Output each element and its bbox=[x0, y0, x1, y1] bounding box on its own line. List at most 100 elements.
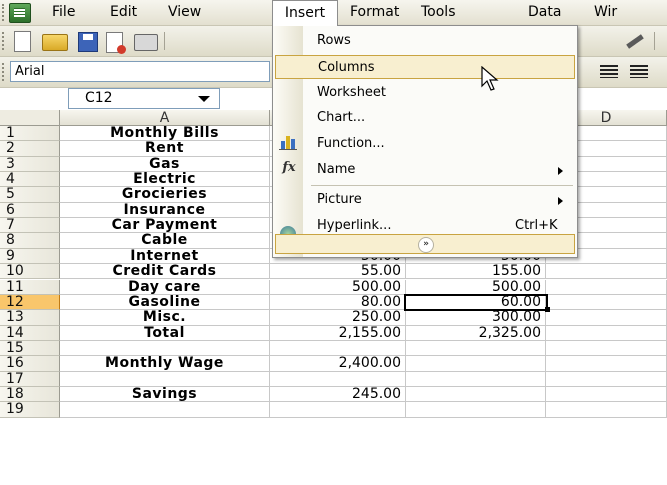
table-cell[interactable]: Gas bbox=[60, 156, 270, 173]
table-cell[interactable]: Car Payment bbox=[60, 218, 270, 234]
table-cell[interactable] bbox=[546, 386, 667, 403]
menubar-grip[interactable] bbox=[2, 4, 7, 21]
table-cell[interactable]: 500.00 bbox=[406, 279, 546, 295]
menu-item-chart[interactable]: Chart... bbox=[305, 106, 575, 130]
menu-item-worksheet[interactable]: Worksheet bbox=[305, 81, 575, 105]
table-cell[interactable] bbox=[270, 371, 406, 387]
table-cell[interactable] bbox=[60, 402, 270, 418]
table-cell[interactable]: Internet bbox=[60, 248, 270, 265]
column-header-a[interactable]: A bbox=[60, 110, 270, 126]
row-header[interactable]: 1 bbox=[0, 126, 60, 142]
toolbar-grip[interactable] bbox=[2, 32, 7, 50]
table-cell[interactable]: Savings bbox=[60, 386, 270, 403]
align-right-icon[interactable] bbox=[630, 65, 648, 78]
table-cell[interactable]: 155.00 bbox=[406, 264, 546, 280]
table-cell[interactable]: Total bbox=[60, 325, 270, 341]
menu-item-columns[interactable]: Columns bbox=[275, 55, 575, 79]
table-cell[interactable] bbox=[270, 340, 406, 357]
menu-file[interactable]: File bbox=[52, 0, 75, 25]
select-all-corner[interactable] bbox=[0, 110, 60, 126]
row-header[interactable]: 12 bbox=[0, 295, 60, 311]
print-icon[interactable] bbox=[134, 34, 158, 51]
row-header[interactable]: 13 bbox=[0, 310, 60, 326]
table-cell[interactable] bbox=[546, 325, 667, 341]
table-cell[interactable]: Day care bbox=[60, 279, 270, 295]
table-cell[interactable]: 2,155.00 bbox=[270, 325, 406, 341]
row-header[interactable]: 18 bbox=[0, 387, 60, 403]
menu-item-function[interactable]: Function... bbox=[305, 132, 575, 156]
align-center-icon[interactable] bbox=[600, 65, 618, 78]
menu-tools[interactable]: Tools bbox=[421, 0, 456, 25]
open-folder-icon[interactable] bbox=[42, 34, 68, 51]
table-cell[interactable]: 2,400.00 bbox=[270, 356, 406, 372]
row-header[interactable]: 17 bbox=[0, 371, 60, 387]
table-cell[interactable]: Gasoline bbox=[60, 294, 270, 311]
table-cell[interactable] bbox=[406, 356, 546, 372]
table-cell[interactable]: 500.00 bbox=[270, 279, 406, 295]
table-cell[interactable] bbox=[546, 279, 667, 295]
table-cell[interactable]: Grocieries bbox=[60, 187, 270, 203]
table-cell[interactable]: 80.00 bbox=[270, 294, 406, 311]
table-cell[interactable]: Credit Cards bbox=[60, 264, 270, 280]
row-header[interactable]: 2 bbox=[0, 141, 60, 157]
row-header[interactable]: 3 bbox=[0, 157, 60, 173]
menu-data[interactable]: Data bbox=[528, 0, 561, 25]
table-cell[interactable] bbox=[546, 356, 667, 372]
row-header[interactable]: 9 bbox=[0, 249, 60, 265]
row-header[interactable]: 15 bbox=[0, 341, 60, 357]
row-header[interactable]: 16 bbox=[0, 356, 60, 372]
excel-app-icon[interactable] bbox=[9, 3, 31, 23]
table-cell[interactable]: Electric bbox=[60, 172, 270, 188]
menu-item-rows[interactable]: Rows bbox=[305, 29, 575, 53]
table-cell[interactable]: Insurance bbox=[60, 202, 270, 219]
row-header[interactable]: 6 bbox=[0, 203, 60, 219]
table-cell[interactable] bbox=[406, 386, 546, 403]
table-cell[interactable]: Rent bbox=[60, 141, 270, 157]
row-header[interactable]: 11 bbox=[0, 279, 60, 295]
table-cell[interactable] bbox=[60, 340, 270, 357]
font-name-box[interactable]: Arial bbox=[10, 61, 270, 82]
menu-insert[interactable]: Insert bbox=[272, 0, 338, 26]
table-cell[interactable] bbox=[546, 294, 667, 311]
table-cell[interactable]: Monthly Bills bbox=[60, 126, 270, 142]
permission-icon[interactable] bbox=[106, 32, 126, 54]
table-cell[interactable]: 2,325.00 bbox=[406, 325, 546, 341]
table-cell[interactable] bbox=[546, 340, 667, 357]
row-header[interactable]: 5 bbox=[0, 187, 60, 203]
formatting-grip[interactable] bbox=[2, 63, 7, 81]
menu-window[interactable]: Wir bbox=[594, 0, 617, 25]
row-header[interactable]: 14 bbox=[0, 325, 60, 341]
fill-handle[interactable] bbox=[545, 307, 550, 313]
table-cell[interactable] bbox=[546, 310, 667, 326]
menu-view[interactable]: View bbox=[168, 0, 201, 25]
row-header[interactable]: 19 bbox=[0, 402, 60, 418]
table-cell[interactable] bbox=[546, 402, 667, 418]
row-header[interactable]: 4 bbox=[0, 172, 60, 188]
menu-format[interactable]: Format bbox=[350, 0, 399, 25]
expand-menu-button[interactable]: » bbox=[275, 234, 575, 254]
table-cell[interactable] bbox=[406, 402, 546, 418]
table-cell[interactable] bbox=[546, 264, 667, 280]
menu-edit[interactable]: Edit bbox=[110, 0, 137, 25]
table-cell[interactable] bbox=[270, 402, 406, 418]
table-cell[interactable]: Cable bbox=[60, 233, 270, 249]
table-cell[interactable]: 300.00 bbox=[406, 310, 546, 326]
new-document-icon[interactable] bbox=[14, 31, 31, 52]
menu-item-name[interactable]: Name bbox=[305, 158, 575, 182]
table-cell[interactable]: Misc. bbox=[60, 310, 270, 326]
table-cell[interactable] bbox=[406, 340, 546, 357]
table-cell[interactable]: 250.00 bbox=[270, 310, 406, 326]
menu-item-picture[interactable]: Picture bbox=[305, 188, 575, 212]
table-cell[interactable] bbox=[546, 371, 667, 387]
table-cell[interactable]: 55.00 bbox=[270, 264, 406, 280]
table-cell[interactable]: 245.00 bbox=[270, 386, 406, 403]
row-header[interactable]: 8 bbox=[0, 233, 60, 249]
row-header[interactable]: 10 bbox=[0, 264, 60, 280]
drawing-icon[interactable] bbox=[624, 33, 646, 49]
row-header[interactable]: 7 bbox=[0, 218, 60, 234]
table-cell[interactable] bbox=[60, 371, 270, 387]
table-cell[interactable] bbox=[406, 371, 546, 387]
chevron-down-icon[interactable] bbox=[198, 96, 210, 102]
table-cell[interactable]: Monthly Wage bbox=[60, 356, 270, 372]
save-icon[interactable] bbox=[78, 32, 98, 52]
